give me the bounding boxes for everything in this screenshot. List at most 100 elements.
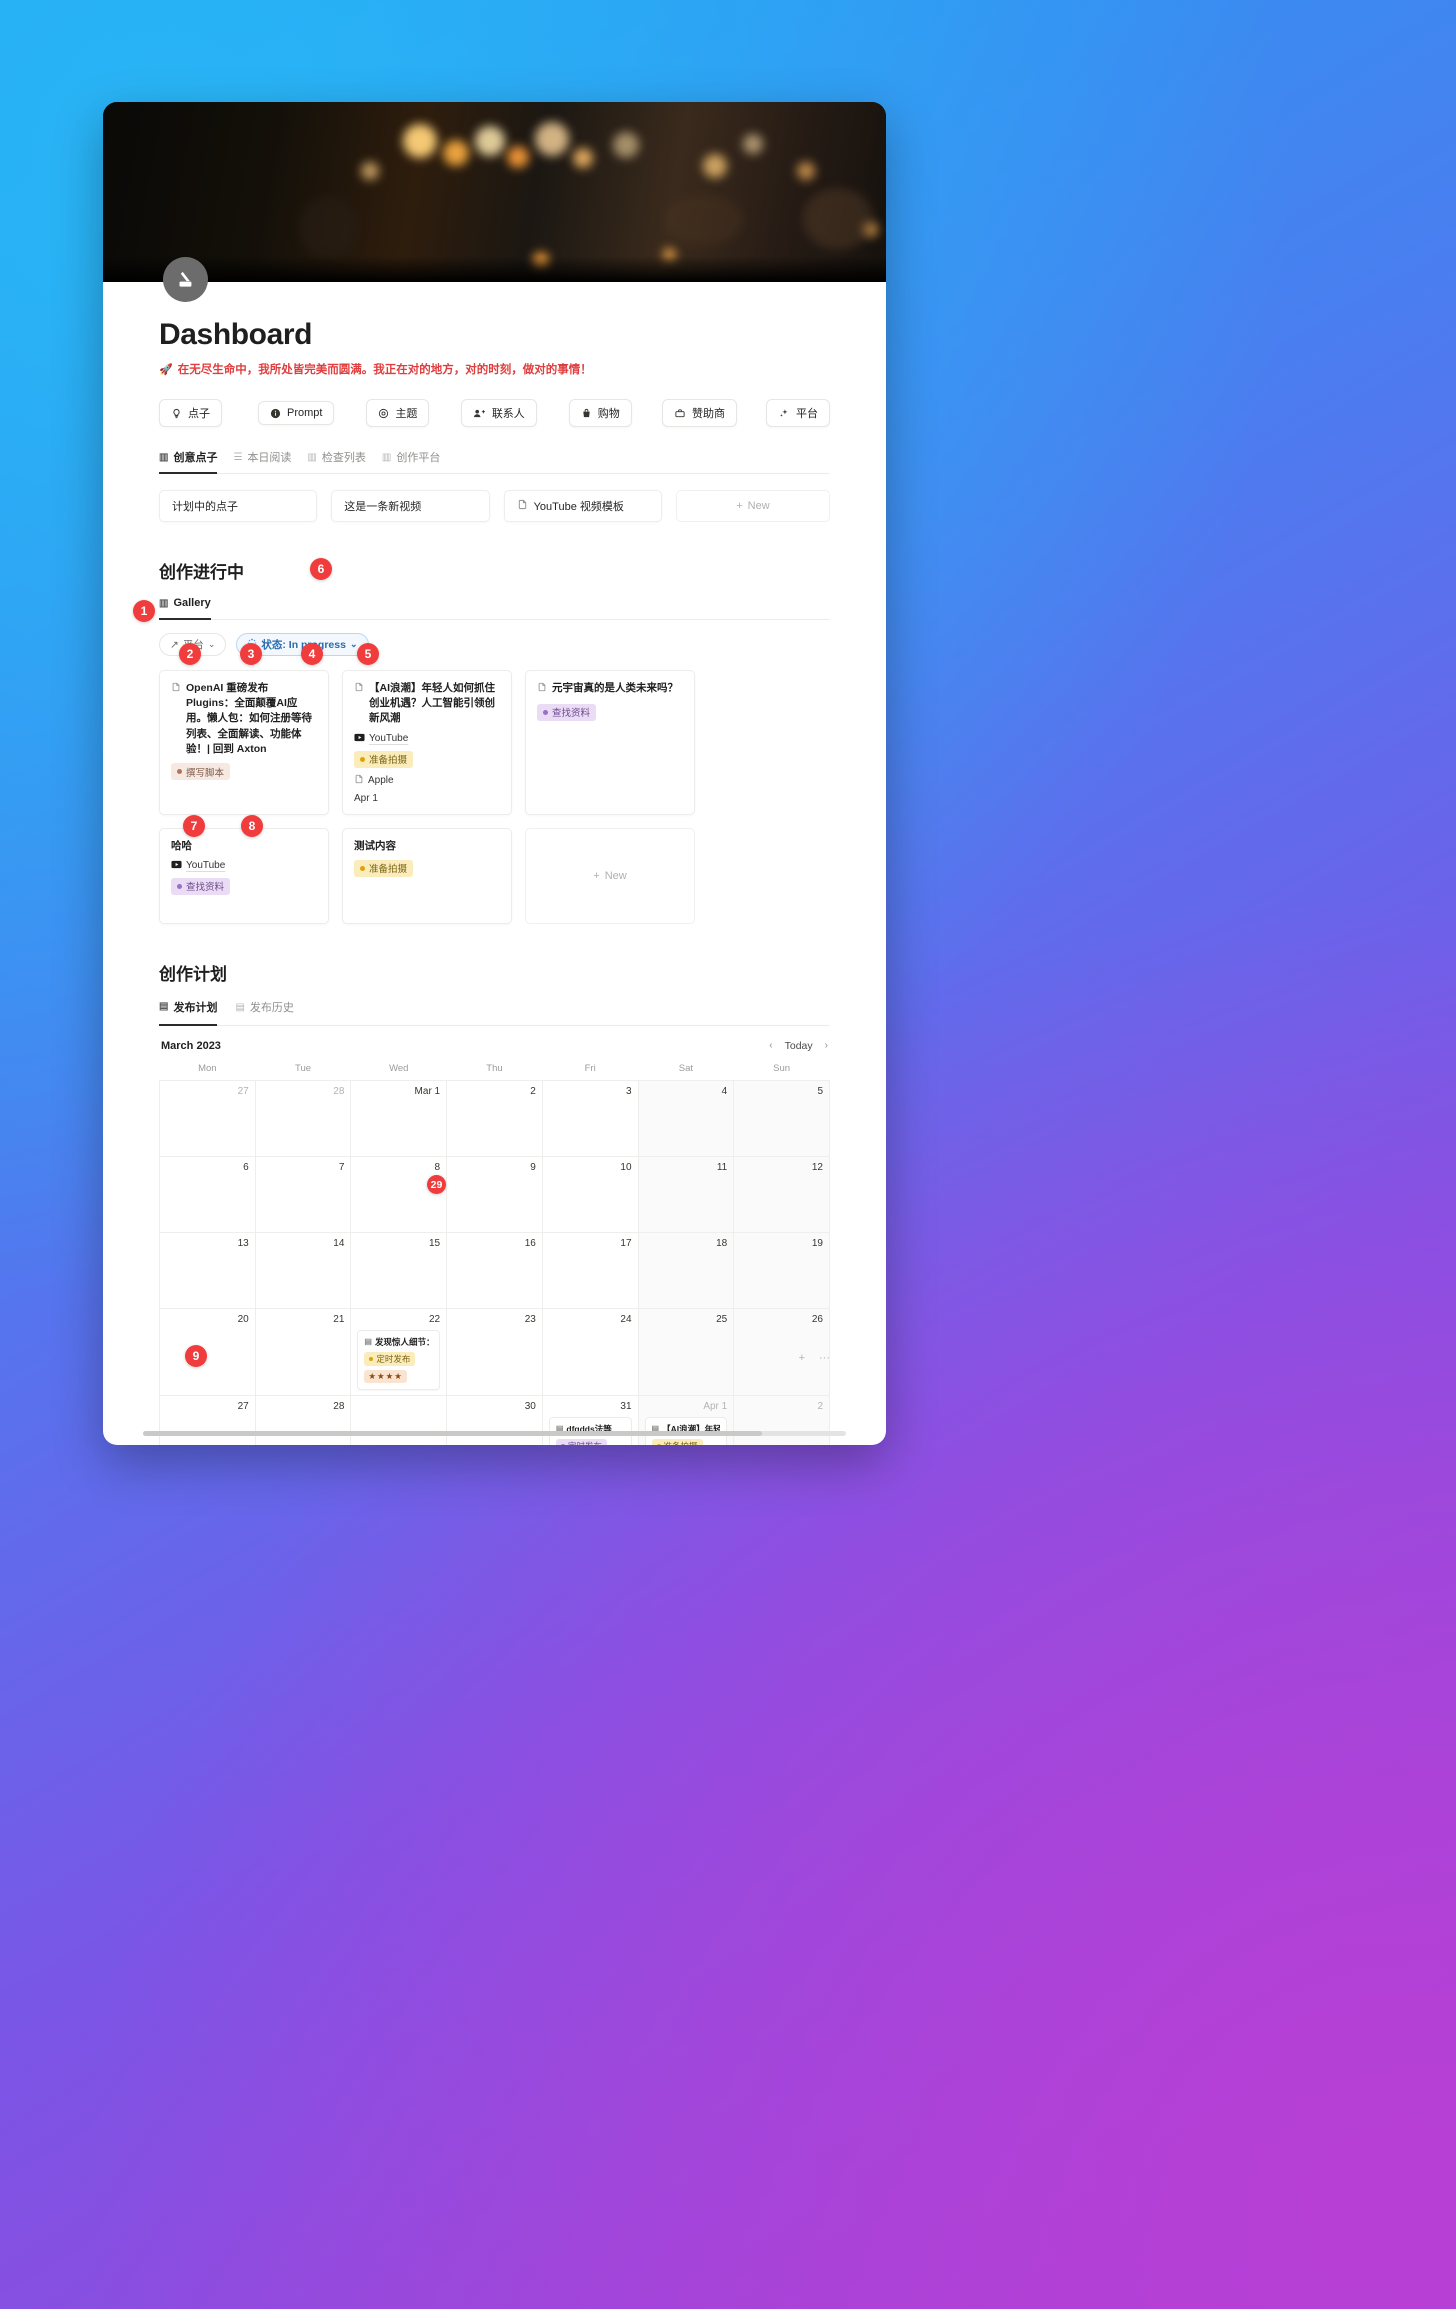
calendar-weekday-row: Mon Tue Wed Thu Fri Sat Sun <box>160 1059 830 1081</box>
calendar-day-cell[interactable]: 31 ▤ dfgdds法等 定时发布 <box>541 1394 639 1445</box>
tab-today-reading[interactable]: ☰ 本日阅读 <box>233 449 291 469</box>
calendar-day-cell[interactable]: 20 <box>159 1307 256 1396</box>
gallery-card[interactable]: OpenAI 重磅发布 Plugins：全面颠覆AI应用。懒人包：如何注册等待列… <box>159 670 329 815</box>
tab-label: 发布历史 <box>249 1002 294 1015</box>
calendar-day-cell[interactable]: 19 <box>733 1231 830 1309</box>
calendar-day-cell[interactable]: 18 <box>637 1231 735 1309</box>
calendar-nav: ‹ Today › <box>769 1040 828 1052</box>
calendar-day-cell[interactable]: 14 <box>254 1231 352 1309</box>
quick-button-sponsor[interactable]: 赞助商 <box>661 399 737 427</box>
idea-new-button[interactable]: + New <box>675 490 831 522</box>
calendar-day-cell[interactable]: 17 <box>541 1231 639 1309</box>
day-number: 19 <box>811 1237 823 1249</box>
calendar-day-cell[interactable]: 21 <box>254 1307 352 1396</box>
card-platform: YouTube <box>369 733 409 745</box>
calendar-day-cell-today[interactable]: 29 <box>350 1394 448 1445</box>
day-number: 2 <box>817 1400 823 1412</box>
event-status-badge: 定时发布 <box>364 1351 416 1366</box>
quick-button-label: Prompt <box>287 407 323 419</box>
calendar-month-label: March 2023 <box>161 1039 221 1052</box>
calendar-day-cell[interactable]: 2 <box>446 1079 543 1157</box>
card-status-row: 准备拍摄 <box>354 859 500 877</box>
doc-icon <box>354 682 364 698</box>
idea-card-1[interactable]: 计划中的点子 <box>159 490 318 522</box>
person-add-icon <box>473 408 486 419</box>
table-more-button[interactable]: ··· <box>819 1352 830 1364</box>
calendar-day-cell[interactable]: Apr 1 ▤ 【AI浪潮】年轻人... 准备拍摄 <box>637 1394 735 1445</box>
card-title-row: 【AI浪潮】年轻人如何抓住创业机遇？人工智能引领创新风潮 <box>354 681 500 727</box>
next-month-button[interactable]: › <box>825 1040 828 1051</box>
calendar-day-cell[interactable]: 23 <box>446 1307 543 1396</box>
idea-card-2[interactable]: 这是一条新视频 <box>331 490 490 522</box>
card-title-row: 测试内容 <box>354 839 500 854</box>
calendar-day-cell[interactable]: 3 <box>541 1079 639 1157</box>
day-number: 26 <box>811 1313 823 1325</box>
gallery-card[interactable]: 测试内容 准备拍摄 <box>342 827 512 924</box>
calendar-day-cell[interactable]: 8 <box>350 1155 448 1233</box>
calendar-day-cell[interactable]: 27 <box>159 1394 256 1445</box>
calendar-day-cell[interactable]: 24 <box>541 1307 639 1396</box>
gallery-icon: ▥ <box>159 451 169 463</box>
calendar-day-cell[interactable]: 5 <box>733 1079 830 1157</box>
calendar-header: March 2023 ‹ Today › <box>159 1040 830 1052</box>
quick-button-contacts[interactable]: 联系人 <box>460 399 537 427</box>
event-status-badge: 准备拍摄 <box>651 1438 703 1445</box>
gallery-card[interactable]: 哈哈 YouTube 查找资料 <box>159 827 329 924</box>
tab-label: 本日阅读 <box>247 452 292 464</box>
calendar-day-cell[interactable]: 16 <box>446 1231 543 1309</box>
weekday-header: Sun <box>773 1062 791 1074</box>
event-title-row: ▤ 发现惊人细节：GP... <box>364 1336 433 1348</box>
today-button[interactable]: Today <box>785 1040 813 1052</box>
tab-publish-history[interactable]: ▤ 发布历史 <box>235 999 293 1020</box>
calendar-day-cell[interactable]: 25 <box>637 1307 735 1396</box>
calendar-day-cell[interactable]: 12 <box>733 1155 830 1233</box>
calendar-day-cell[interactable]: 22 ▤ 发现惊人细节：GP... 定时发布 ★★★★ <box>350 1307 448 1396</box>
calendar-day-cell[interactable]: 4 <box>637 1079 735 1157</box>
calendar-day-cell[interactable]: 6 <box>159 1155 256 1233</box>
quick-button-prompt[interactable]: Prompt <box>258 401 335 425</box>
tab-gallery[interactable]: ▥ Gallery <box>159 597 211 620</box>
day-number: 28 <box>333 1400 345 1412</box>
calendar-day-cell[interactable]: 30 <box>446 1394 543 1445</box>
quick-button-shopping[interactable]: 购物 <box>568 399 632 427</box>
quick-button-idea[interactable]: 点子 <box>159 399 222 427</box>
card-title-row: OpenAI 重磅发布 Plugins：全面颠覆AI应用。懒人包：如何注册等待列… <box>171 681 317 757</box>
gallery-card[interactable]: 元宇宙真的是人类未来吗？ 查找资料 <box>525 670 695 815</box>
tab-create-platform[interactable]: ▥ 创作平台 <box>382 449 440 469</box>
card-source-row: Apple <box>354 774 500 787</box>
tab-creative-ideas[interactable]: ▥ 创意点子 <box>159 449 218 474</box>
prev-month-button[interactable]: ‹ <box>769 1040 772 1051</box>
quick-button-platform[interactable]: 平台 <box>766 399 831 427</box>
calendar-day-cell[interactable]: 13 <box>159 1231 256 1309</box>
tab-label: 创意点子 <box>173 452 218 464</box>
gallery-card[interactable]: 【AI浪潮】年轻人如何抓住创业机遇？人工智能引领创新风潮 YouTube 准备拍… <box>342 670 512 815</box>
calendar-day-cell[interactable]: 15 <box>350 1231 448 1309</box>
calendar-week-row: 13 14 15 16 17 18 19 <box>159 1231 830 1309</box>
calendar-day-cell[interactable]: 7 <box>254 1155 352 1233</box>
weekday-header: Wed <box>389 1062 409 1074</box>
calendar-day-cell[interactable]: 2 <box>733 1394 830 1445</box>
calendar-day-cell[interactable]: 28 <box>254 1394 352 1445</box>
quick-button-label: 平台 <box>796 408 819 420</box>
add-column-button[interactable]: + <box>799 1352 805 1364</box>
calendar-day-cell[interactable]: 27 <box>159 1079 256 1157</box>
calendar-day-cell[interactable]: Mar 1 <box>350 1079 448 1157</box>
calendar-day-cell[interactable]: 11 <box>637 1155 735 1233</box>
calendar-day-cell[interactable]: 10 <box>541 1155 639 1233</box>
horizontal-scrollbar[interactable] <box>143 1431 846 1436</box>
calendar-day-cell[interactable]: 28 <box>254 1079 352 1157</box>
doc-icon <box>517 499 528 513</box>
day-number: 18 <box>716 1237 728 1249</box>
tab-checklist[interactable]: ▥ 检查列表 <box>307 449 365 469</box>
calendar-day-cell[interactable]: 9 <box>446 1155 543 1233</box>
gallery-new-button[interactable]: + New <box>525 827 695 924</box>
calendar-event[interactable]: ▤ 发现惊人细节：GP... 定时发布 ★★★★ <box>357 1329 441 1390</box>
card-title: 元宇宙真的是人类未来吗？ <box>552 682 678 694</box>
annotation-badge-1: 1 <box>133 600 155 622</box>
tab-publish-plan[interactable]: ▤ 发布计划 <box>159 999 218 1026</box>
tab-label: 发布计划 <box>173 1001 218 1014</box>
day-number: 6 <box>243 1161 249 1173</box>
quick-button-topic[interactable]: 主题 <box>366 399 430 427</box>
page-icon[interactable] <box>163 257 208 302</box>
idea-card-3[interactable]: YouTube 视频模板 <box>503 490 662 522</box>
